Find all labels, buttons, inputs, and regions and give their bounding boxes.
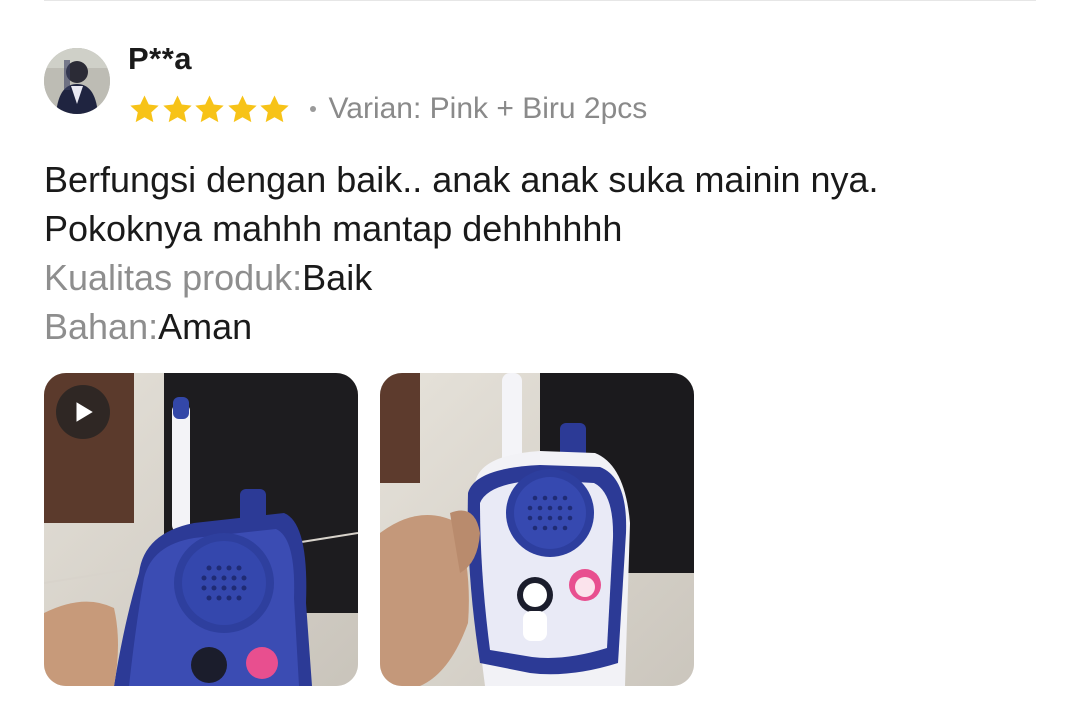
attribute-label: Bahan: (44, 306, 159, 347)
review-body: Berfungsi dengan baik.. anak anak suka m… (44, 155, 1044, 351)
top-divider (44, 0, 1036, 1)
rating-row: Varian: Pink + Biru 2pcs (128, 90, 647, 128)
avatar[interactable] (44, 48, 110, 114)
review-text-line: Berfungsi dengan baik.. anak anak suka m… (44, 159, 879, 200)
star-icon (130, 94, 159, 122)
star-icon (162, 94, 192, 122)
star-icon (260, 94, 289, 122)
star-icon (195, 94, 224, 122)
attribute-value: Aman (158, 306, 253, 347)
variant-label: Varian: Pink + Biru 2pcs (328, 92, 648, 125)
attribute-label: Kualitas produk: (44, 257, 303, 298)
star-icon (227, 94, 257, 122)
avatar-image (44, 48, 110, 114)
attribute-material: Bahan:Aman (44, 302, 1044, 351)
separator-dot (309, 106, 316, 112)
attribute-quality: Kualitas produk:Baik (44, 253, 1044, 302)
review-photo-thumbnail[interactable] (380, 373, 694, 686)
attribute-value: Baik (302, 257, 373, 298)
play-button[interactable] (56, 385, 110, 439)
play-icon (76, 402, 93, 422)
star-rating (128, 93, 291, 126)
review-video-thumbnail[interactable] (44, 373, 358, 686)
photo-image (380, 373, 694, 686)
review-text-line: Pokoknya mahhh mantap dehhhhhh (44, 208, 623, 249)
reviewer-name: P**a (128, 41, 193, 76)
